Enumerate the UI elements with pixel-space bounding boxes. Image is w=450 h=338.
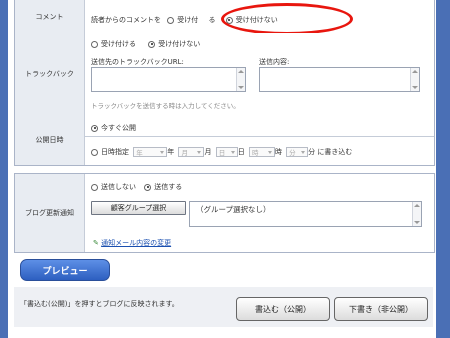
draft-button[interactable]: 下書き（非公開） — [334, 297, 428, 321]
trackback-options: 受け付ける 受け付けない — [91, 39, 200, 49]
notify-send-radio[interactable] — [144, 183, 152, 191]
publish-label: 公開日時 — [15, 114, 85, 165]
pencil-icon: ✎ — [93, 239, 99, 247]
trackback-label: トラックバック — [15, 33, 85, 114]
comment-accept-radio[interactable] — [167, 16, 175, 24]
trackback-url-input[interactable] — [91, 67, 246, 92]
notify-mail-link-row: ✎ 通知メール内容の変更 — [93, 238, 171, 248]
month-select[interactable]: 月 — [178, 147, 205, 157]
comment-label: コメント — [15, 0, 85, 33]
trackback-hint: トラックバックを送信する時は入力してください。 — [91, 102, 240, 110]
trackback-url-label: 送信先のトラックバックURL: — [91, 58, 184, 66]
day-select[interactable]: 日 — [215, 147, 238, 157]
trackback-url-scrollbar[interactable] — [236, 68, 245, 91]
publish-now-radio[interactable] — [91, 124, 98, 132]
publish-suffix: 分 に書き込む — [308, 148, 353, 156]
publish-now-option[interactable]: 今すぐ公開 — [91, 123, 136, 133]
publish-specify-label: 日時指定 — [101, 148, 129, 156]
comment-accept-label: 受け付 — [177, 16, 199, 24]
minute-select[interactable]: 分 — [286, 147, 309, 157]
customer-group-value: （グループ選択なし） — [196, 205, 271, 214]
trackback-reject-option[interactable]: 受け付けない — [148, 40, 200, 48]
publish-specify-option: 日時指定 年 年 月 月 日 日 時 時 分 分 に書き込む — [91, 147, 352, 157]
year-select[interactable]: 年 — [133, 147, 168, 157]
publish-label-text: 公開日時 — [35, 135, 64, 144]
notify-no-send-radio[interactable] — [91, 183, 98, 191]
notify-row: ブログ更新通知 送信しない 送信する 顧客グループ選択 （グループ選択なし） ✎… — [14, 173, 435, 253]
month-select-value: 月 — [181, 149, 188, 157]
publish-row: 公開日時 今すぐ公開 日時指定 年 年 月 月 日 日 時 時 分 分 に書き込む — [14, 114, 435, 166]
minute-select-value: 分 — [289, 149, 296, 157]
trackback-row: トラックバック 受け付ける 受け付けない 送信先のトラックバックURL: 送信内… — [14, 33, 435, 115]
day-select-value: 日 — [218, 149, 226, 157]
publish-button[interactable]: 書込む（公開） — [236, 297, 330, 321]
day-unit: 日 — [237, 148, 245, 156]
preview-button-label: プレビュー — [42, 266, 88, 277]
submit-row: 「書込む(公開)」を押すとブログに反映されます。 書込む（公開） 下書き（非公開… — [14, 287, 433, 327]
notify-no-send-label: 送信しない — [101, 183, 136, 191]
submit-note: 「書込む(公開)」を押すとブログに反映されます。 — [20, 300, 179, 308]
notify-options: 送信しない 送信する — [91, 182, 182, 192]
trackback-reject-radio[interactable] — [148, 40, 156, 48]
notify-label-text: ブログ更新通知 — [25, 209, 74, 217]
comment-accept-option[interactable]: 受け付 — [167, 16, 198, 24]
trackback-content-input[interactable] — [259, 67, 420, 92]
notify-send-label: 送信する — [154, 183, 183, 191]
customer-group-button[interactable]: 顧客グループ選択 — [91, 201, 186, 215]
hour-unit: 時 — [274, 148, 282, 156]
customer-group-button-label: 顧客グループ選択 — [110, 204, 167, 212]
trackback-accept-label: 受け付ける — [101, 40, 136, 48]
trackback-accept-radio[interactable] — [91, 40, 98, 48]
trackback-content-scrollbar[interactable] — [410, 68, 419, 91]
publish-specify-radio[interactable] — [91, 148, 98, 156]
preview-button[interactable]: プレビュー — [20, 259, 110, 281]
notify-no-send-option[interactable]: 送信しない — [91, 183, 136, 191]
comment-label-text: コメント — [35, 12, 64, 21]
hour-select[interactable]: 時 — [248, 147, 275, 157]
notify-mail-link[interactable]: 通知メール内容の変更 — [101, 239, 171, 247]
trackback-content-label: 送信内容: — [259, 58, 290, 66]
trackback-label-text: トラックバック — [25, 69, 74, 78]
left-frame — [0, 0, 8, 338]
notify-label: ブログ更新通知 — [15, 174, 85, 252]
year-select-value: 年 — [136, 149, 143, 157]
customer-group-field[interactable]: （グループ選択なし） — [189, 201, 422, 227]
customer-group-scrollbar[interactable] — [412, 202, 421, 226]
trackback-accept-option[interactable]: 受け付ける — [91, 40, 136, 48]
publish-divider — [85, 136, 434, 137]
comment-prefix: 読者からのコメントを — [91, 16, 161, 24]
draft-button-label: 下書き（非公開） — [349, 304, 413, 314]
month-unit: 月 — [204, 148, 212, 156]
hour-select-value: 時 — [251, 149, 259, 157]
year-unit: 年 — [167, 148, 175, 156]
notify-send-option[interactable]: 送信する — [144, 183, 182, 191]
comment-partial-text: る — [208, 16, 216, 24]
publish-button-label: 書込む（公開） — [255, 304, 311, 314]
highlight-ellipse — [221, 3, 353, 35]
right-frame — [436, 0, 450, 338]
trackback-reject-label: 受け付けない — [158, 40, 201, 48]
publish-now-label: 今すぐ公開 — [101, 124, 136, 132]
